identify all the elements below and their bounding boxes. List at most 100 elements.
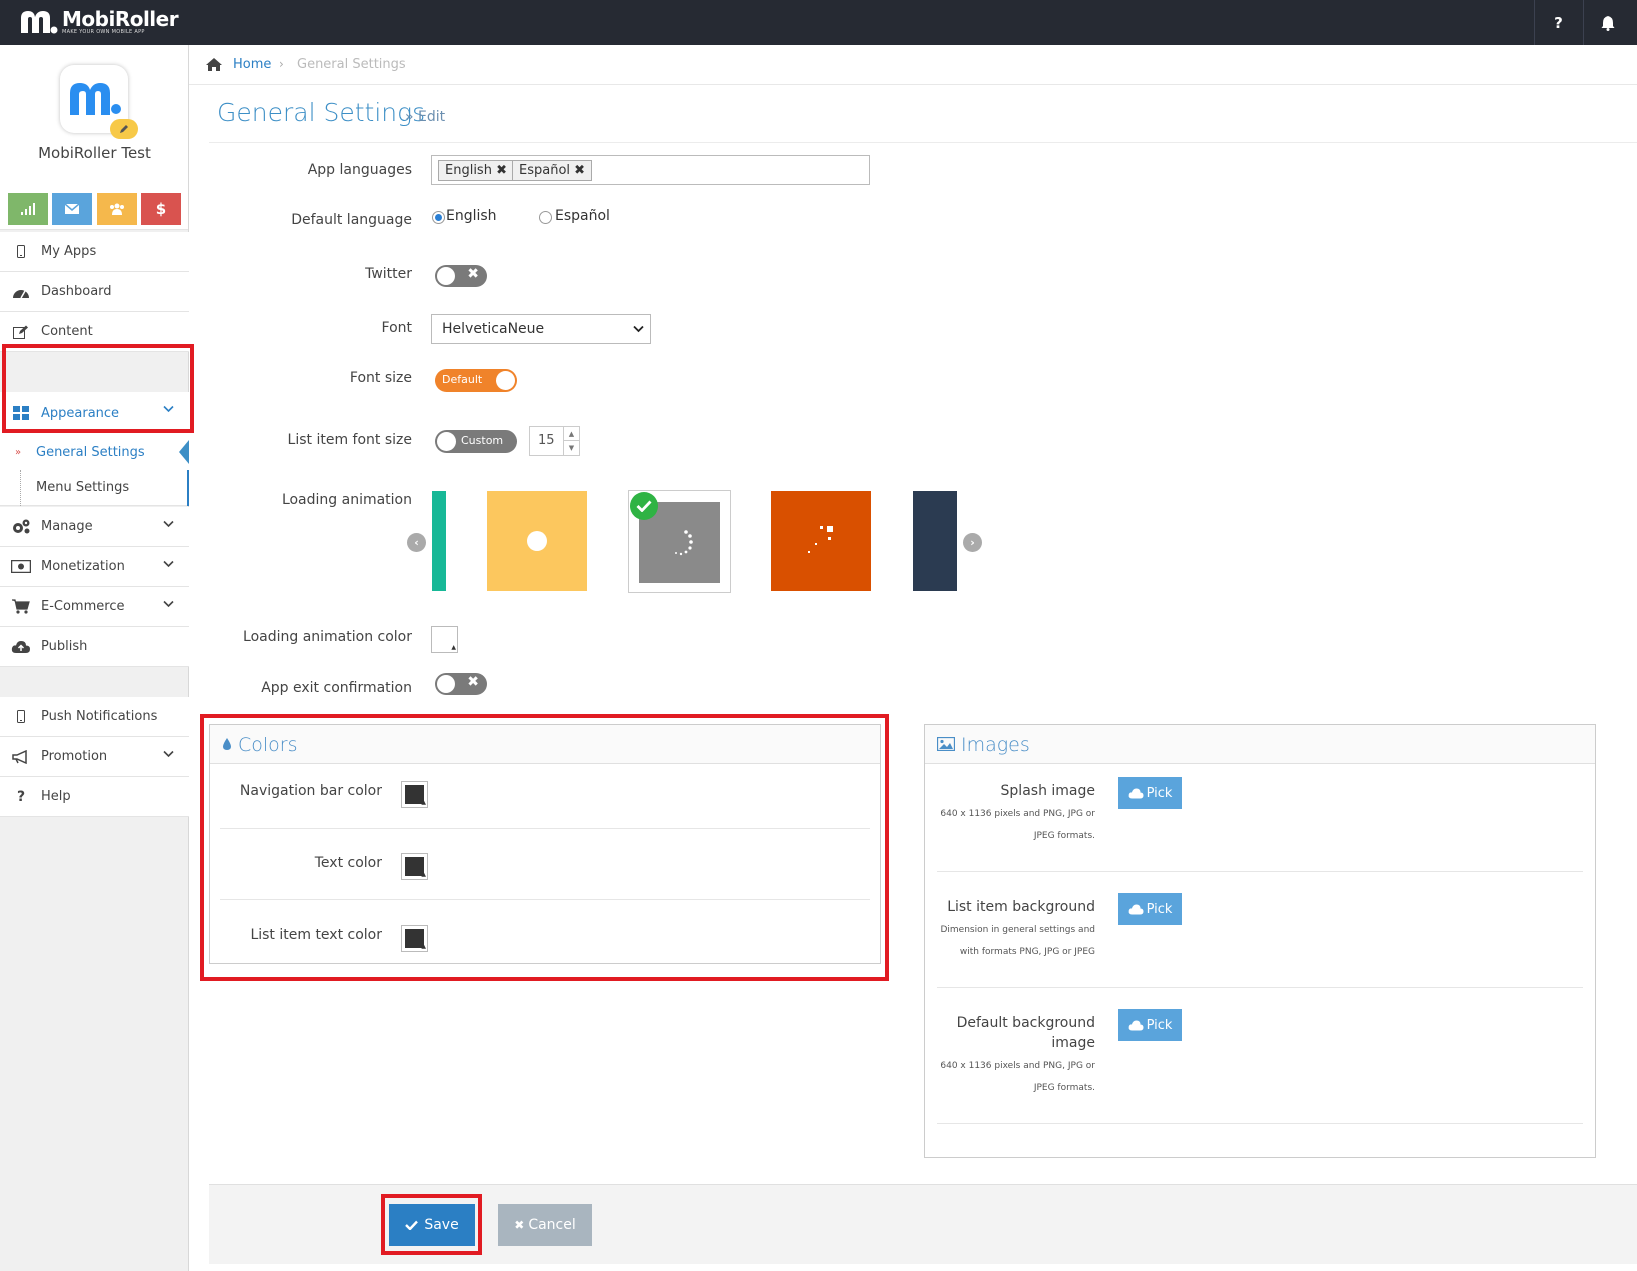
sidebar-item-label: Manage (41, 519, 93, 534)
twitter-label: Twitter (365, 266, 412, 282)
animation-option-navy[interactable] (913, 491, 957, 591)
remove-tag-icon[interactable]: ✖ (496, 163, 507, 178)
list-item-background-pick-button[interactable]: Pick (1118, 893, 1182, 925)
list-item-text-color-swatch[interactable]: ▲ (401, 925, 428, 952)
sidebar-item-push-notifications[interactable]: Push Notifications (0, 697, 189, 737)
revenue-button[interactable]: $ (141, 193, 181, 225)
notifications-button[interactable] (1583, 0, 1631, 45)
splash-image-note-line1: 640 x 1136 pixels and PNG, JPG or (940, 809, 1095, 819)
navigation-bar-color-swatch[interactable]: ▲ (401, 781, 428, 808)
page-title: General Settings (217, 98, 426, 127)
sidebar-subitem-menu-settings[interactable]: Menu Settings (0, 470, 189, 506)
sidebar-item-e-commerce[interactable]: E-Commerce (0, 587, 189, 627)
animation-option-teal[interactable] (432, 491, 446, 591)
sidebar-item-label: Push Notifications (41, 709, 158, 724)
sidebar-item-manage[interactable]: Manage (0, 507, 189, 547)
cloud-icon (1128, 904, 1144, 914)
font-size-toggle-label: Default (442, 373, 483, 386)
text-color-swatch[interactable]: ▲ (401, 853, 428, 880)
sidebar-item-publish[interactable]: Publish (0, 627, 189, 667)
font-size-toggle[interactable]: Default (435, 369, 517, 392)
sidebar-item-label: E-Commerce (41, 599, 125, 614)
default-background-pick-button[interactable]: Pick (1118, 1009, 1182, 1041)
cancel-button[interactable]: ✖ Cancel (498, 1204, 592, 1246)
megaphone-icon (11, 747, 31, 767)
save-button[interactable]: Save (389, 1204, 475, 1246)
default-background-label: Default background (956, 1015, 1095, 1031)
twitter-toggle[interactable]: ✖ (435, 265, 487, 287)
radio-english-label: English (446, 208, 497, 224)
divider (937, 1123, 1583, 1124)
mobiroller-logo-icon (18, 8, 58, 36)
splash-image-pick-button[interactable]: Pick (1118, 777, 1182, 809)
animation-option-squares[interactable] (771, 491, 871, 591)
grid-icon (11, 403, 31, 423)
edit-app-icon[interactable] (110, 119, 138, 139)
users-button[interactable] (97, 193, 137, 225)
carousel-prev-icon[interactable]: ‹ (407, 533, 426, 552)
font-select-value: HelveticaNeue (442, 321, 545, 337)
language-tag-english[interactable]: English ✖ (438, 160, 514, 181)
sidebar-subitem-general-settings[interactable]: » General Settings (0, 434, 189, 470)
list-font-size-stepper[interactable]: 15 ▲ ▼ (529, 426, 580, 456)
edit-icon (11, 322, 31, 342)
help-icon: ? (1554, 13, 1563, 32)
cloud-upload-icon (11, 637, 31, 657)
chevron-down-icon[interactable] (163, 560, 174, 568)
sidebar-item-my-apps[interactable]: My Apps (0, 232, 189, 272)
radio-english[interactable] (432, 211, 445, 224)
default-background-note-line2: JPEG formats. (1033, 1083, 1095, 1093)
app-languages-input[interactable]: English ✖ Español ✖ (431, 155, 870, 185)
brand-logo[interactable]: MobiRoller MAKE YOUR OWN MOBILE APP (18, 6, 179, 36)
remove-tag-icon[interactable]: ✖ (574, 163, 585, 178)
home-icon[interactable] (205, 57, 223, 72)
app-profile: MobiRoller Test $ (0, 45, 188, 230)
chevron-down-icon[interactable] (163, 405, 174, 413)
sidebar-item-appearance[interactable]: Appearance (0, 392, 189, 434)
sidebar-subitem-label: General Settings (36, 444, 145, 460)
sidebar-item-dashboard[interactable]: Dashboard (0, 272, 189, 312)
animation-option-spinner[interactable] (628, 490, 731, 593)
chevron-down-icon[interactable] (163, 750, 174, 758)
sidebar-item-monetization[interactable]: Monetization (0, 547, 189, 587)
list-font-size-label: List item font size (287, 432, 412, 448)
sidebar-item-promotion[interactable]: Promotion (0, 737, 189, 777)
squares-icon (808, 526, 833, 553)
help-button[interactable]: ? (1534, 0, 1582, 45)
check-icon (405, 1220, 419, 1230)
caret-icon: ▲ (421, 943, 426, 950)
font-size-label: Font size (349, 370, 412, 386)
list-font-size-value: 15 (538, 433, 555, 448)
font-select[interactable]: HelveticaNeue (431, 314, 651, 344)
carousel-next-icon[interactable]: › (963, 533, 982, 552)
breadcrumb-home[interactable]: Home (233, 57, 271, 72)
exit-confirmation-toggle[interactable]: ✖ (435, 673, 487, 695)
close-icon: ✖ (467, 266, 479, 282)
close-icon: ✖ (467, 674, 479, 690)
radio-espanol[interactable] (539, 211, 552, 224)
sidebar-item-label: Promotion (41, 749, 108, 764)
list-item-text-color-label: List item text color (250, 927, 382, 943)
animation-option-dot[interactable] (487, 491, 587, 591)
list-font-size-toggle[interactable]: Custom (435, 430, 517, 453)
chevron-down-icon[interactable] (163, 520, 174, 528)
loading-color-swatch[interactable]: ▲ (431, 626, 458, 653)
stats-button[interactable] (8, 193, 48, 225)
divider (220, 899, 870, 900)
droplet-icon (223, 738, 231, 750)
sidebar-item-content[interactable]: Content (0, 312, 189, 352)
top-bar: MobiRoller MAKE YOUR OWN MOBILE APP ? (0, 0, 1637, 45)
stepper-down-icon[interactable]: ▼ (563, 441, 579, 455)
messages-button[interactable] (52, 193, 92, 225)
stepper-up-icon[interactable]: ▲ (563, 427, 579, 441)
font-label: Font (381, 320, 412, 336)
loading-animation-color-label: Loading animation color (243, 629, 412, 645)
caret-icon: ▲ (421, 799, 426, 806)
default-background-label-line2: image (1051, 1035, 1095, 1051)
language-tag-espanol[interactable]: Español ✖ (512, 160, 593, 181)
images-panel-title: Images (961, 734, 1030, 756)
images-panel: Images Splash image 640 x 1136 pixels an… (924, 724, 1596, 1158)
chevron-down-icon[interactable] (163, 600, 174, 608)
brand-name: MobiRoller (62, 6, 179, 31)
sidebar-item-help[interactable]: ? Help (0, 777, 189, 817)
